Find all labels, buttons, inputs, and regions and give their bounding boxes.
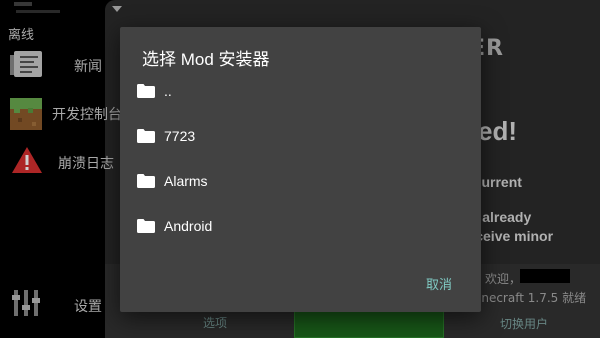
folder-name: Android — [164, 218, 213, 234]
list-item-folder[interactable]: 7723 — [120, 115, 481, 159]
folder-name: .. — [164, 83, 172, 99]
list-item-parent-folder[interactable]: .. — [120, 70, 481, 114]
list-item-folder[interactable]: Android — [120, 205, 481, 249]
list-item-folder[interactable]: Alarms — [120, 160, 481, 204]
dialog-title: 选择 Mod 安装器 — [142, 50, 270, 69]
folder-icon — [137, 174, 155, 188]
folder-name: 7723 — [164, 128, 196, 144]
cancel-button[interactable]: 取消 — [414, 271, 464, 301]
folder-icon — [137, 84, 155, 98]
folder-icon — [137, 219, 155, 233]
launcher-screen: ER ed! e current en already receive mino… — [0, 0, 600, 338]
folder-icon — [137, 129, 155, 143]
folder-name: Alarms — [164, 173, 208, 189]
mod-installer-dialog: 选择 Mod 安装器 .. 7723 Alarms Android 取消 — [120, 27, 481, 312]
